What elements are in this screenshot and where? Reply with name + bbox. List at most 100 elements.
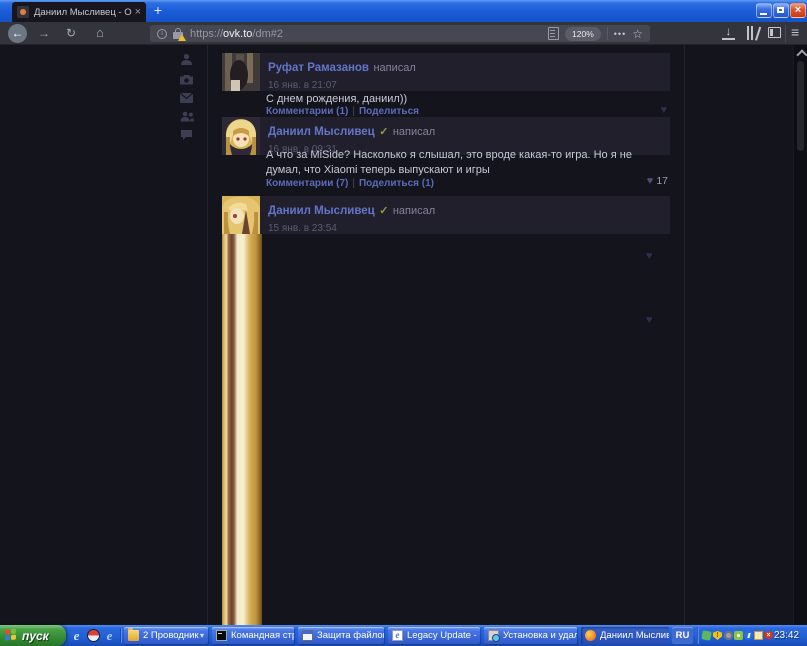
post-date-link[interactable]: 15 янв. в 23:54	[268, 223, 662, 234]
avatar[interactable]	[222, 53, 260, 91]
lock-warning-icon[interactable]	[173, 28, 184, 40]
new-tab-button[interactable]: +	[150, 3, 166, 19]
console-icon	[216, 630, 227, 641]
post-attached-image[interactable]	[222, 234, 262, 625]
restore-button[interactable]	[773, 3, 789, 18]
scrollbar-up-icon[interactable]	[796, 49, 807, 60]
heart-icon[interactable]: ♥	[647, 175, 654, 187]
post-date-link[interactable]: 16 янв. в 21:07	[268, 80, 662, 91]
taskbar-button-label: Командная строка	[231, 630, 294, 641]
footer-separator: |	[352, 178, 355, 189]
tray-update-shield-icon[interactable]: !	[713, 631, 722, 640]
start-label: пуск	[22, 629, 49, 643]
taskbar-button-cmd[interactable]: Командная строка	[212, 627, 294, 644]
footer-separator: |	[352, 106, 355, 117]
info-icon[interactable]: i	[157, 29, 167, 39]
screen: Даниил Мысливец - OpenVK × + × ← → ↻ ⌂ i…	[0, 0, 807, 646]
quicklaunch-ie-icon[interactable]: e	[70, 629, 83, 642]
folder-icon	[128, 630, 139, 641]
urlbar-separator	[607, 27, 608, 40]
reader-mode-icon[interactable]	[548, 27, 559, 40]
forward-button[interactable]: →	[38, 26, 50, 40]
content-right-border	[684, 45, 685, 625]
minimize-button[interactable]	[756, 3, 772, 18]
menu-hamburger-icon[interactable]: ≡	[791, 24, 799, 40]
taskbar-button-firefox[interactable]: Даниил Мысливе...	[581, 627, 669, 644]
browser-tab[interactable]: Даниил Мысливец - OpenVK ×	[12, 2, 146, 22]
like-button[interactable]: ♥ 17	[647, 175, 668, 187]
site-favicon-icon	[17, 6, 29, 18]
post-action-label: написал	[393, 126, 435, 138]
scrollbar-thumb[interactable]	[797, 61, 804, 151]
zoom-level-button[interactable]: 120%	[565, 27, 601, 41]
taskbar-button-legacy-update[interactable]: e Legacy Update - M...	[388, 627, 480, 644]
window-titlebar: Даниил Мысливец - OpenVK × + ×	[0, 0, 807, 22]
like-count: 17	[656, 175, 668, 187]
page-actions-icon[interactable]: •••	[614, 29, 626, 39]
post-author-link[interactable]: Даниил Мысливец	[268, 126, 375, 138]
heart-icon[interactable]: ♥	[646, 314, 653, 326]
url-text[interactable]: https://ovk.to/dm#2	[190, 28, 542, 40]
group-arrow-icon: ▾	[200, 631, 204, 640]
comments-link[interactable]: Комментарии (7)	[266, 178, 348, 189]
tray-nvidia-icon[interactable]	[734, 631, 743, 640]
post-text: А что за MiSide? Насколько я слышал, это…	[266, 148, 668, 177]
url-path: /dm#2	[252, 28, 283, 40]
tray-security-alert-icon[interactable]: ×	[764, 631, 773, 640]
back-button[interactable]: ←	[8, 24, 27, 43]
photos-camera-icon[interactable]	[180, 74, 193, 85]
avatar[interactable]	[222, 196, 260, 234]
post-author-link[interactable]: Даниил Мысливец	[268, 205, 375, 217]
tray-utility-icon[interactable]	[701, 630, 711, 640]
tray-notes-icon[interactable]	[754, 631, 763, 640]
taskbar-button-add-remove[interactable]: Установка и удал...	[484, 627, 577, 644]
toolbar-separator	[785, 25, 786, 42]
firefox-icon	[585, 630, 596, 641]
tab-title: Даниил Мысливец - OpenVK	[34, 7, 132, 18]
taskbar-button-label: Даниил Мысливе...	[600, 630, 669, 641]
share-link[interactable]: Поделиться (1)	[359, 178, 434, 189]
quicklaunch-divider	[120, 628, 122, 643]
profile-icon[interactable]	[180, 53, 193, 66]
page-scrollbar[interactable]	[793, 45, 807, 625]
library-icon[interactable]	[746, 26, 761, 40]
quicklaunch-browser-icon[interactable]	[87, 629, 100, 642]
bookmark-star-icon[interactable]: ☆	[632, 28, 643, 40]
start-button[interactable]: пуск	[0, 625, 66, 646]
language-indicator[interactable]: RU	[672, 627, 693, 644]
content-left-border	[207, 45, 208, 625]
address-bar[interactable]: i https://ovk.to/dm#2 120% ••• ☆	[150, 25, 650, 42]
home-button[interactable]: ⌂	[96, 25, 104, 40]
comments-link[interactable]: Комментарии (1)	[266, 106, 348, 117]
verified-check-icon: ✓	[379, 205, 388, 217]
downloads-icon[interactable]: ↓	[722, 25, 735, 40]
page-viewport: Руфат Рамазанов написал 16 янв. в 21:07 …	[0, 45, 807, 625]
avatar[interactable]	[222, 117, 260, 155]
quicklaunch-explorer-icon[interactable]: e	[103, 629, 116, 642]
post-footer: Комментарии (1) | Поделиться	[266, 106, 419, 117]
taskbar-clock[interactable]: 23:42	[774, 625, 799, 646]
window-icon	[302, 630, 313, 641]
post-text: С днем рождения, даниил))	[266, 92, 668, 107]
tray-bluetooth-icon[interactable]	[744, 631, 753, 640]
tray-divider	[697, 627, 699, 644]
share-link[interactable]: Поделиться	[359, 106, 419, 117]
post-author-link[interactable]: Руфат Рамазанов	[268, 62, 369, 74]
tray-volume-icon[interactable]	[724, 631, 733, 640]
taskbar-button-label: Установка и удал...	[503, 630, 577, 641]
taskbar-button-explorer-group[interactable]: 2 Проводник ▾	[124, 627, 208, 644]
sidebar-toggle-icon[interactable]	[768, 27, 781, 38]
tab-close-icon[interactable]: ×	[135, 7, 141, 17]
messages-envelope-icon[interactable]	[180, 93, 193, 103]
heart-icon[interactable]: ♥	[660, 104, 667, 116]
reload-button[interactable]: ↻	[66, 26, 76, 40]
taskbar-button-label: 2 Проводник	[143, 630, 199, 641]
like-button[interactable]: ♥	[660, 104, 667, 116]
post-header: Даниил Мысливец ✓ написал 15 янв. в 23:5…	[260, 196, 670, 234]
url-host: ovk.to	[223, 28, 252, 40]
comments-bubble-icon[interactable]	[180, 129, 193, 141]
taskbar-button-file-protection[interactable]: Защита файлов ...	[298, 627, 384, 644]
close-window-button[interactable]: ×	[790, 3, 806, 18]
friends-icon[interactable]	[180, 111, 194, 122]
heart-icon[interactable]: ♥	[646, 250, 653, 262]
